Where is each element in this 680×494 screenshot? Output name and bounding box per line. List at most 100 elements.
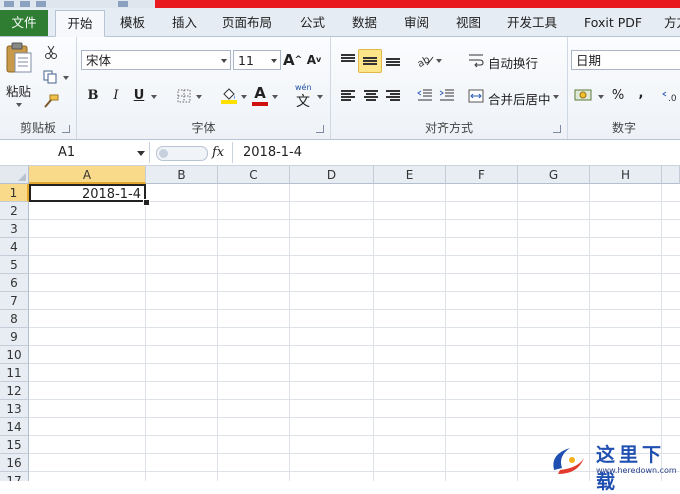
underline-button[interactable]: U — [131, 86, 147, 106]
tab-templates[interactable]: 模板 — [120, 10, 145, 36]
select-all-button[interactable] — [0, 166, 29, 184]
name-box[interactable]: A1 — [0, 142, 150, 163]
alignment-dialog-launcher[interactable] — [553, 125, 561, 133]
phonetic-dropdown-arrow[interactable] — [317, 95, 323, 99]
row-header-17[interactable]: 17 — [0, 472, 29, 481]
cut-icon[interactable] — [44, 45, 58, 59]
accounting-format-icon[interactable] — [574, 87, 594, 103]
column-header-f[interactable]: F — [446, 166, 518, 184]
wrap-text-button[interactable]: 自动换行 — [464, 49, 554, 71]
font-color-button[interactable]: A — [252, 83, 268, 103]
format-painter-icon[interactable] — [43, 94, 59, 108]
column-header-h[interactable]: H — [590, 166, 662, 184]
chevron-down-icon — [221, 59, 227, 63]
font-color-dropdown-arrow[interactable] — [272, 95, 278, 99]
orientation-icon[interactable]: ab — [417, 53, 435, 69]
tab-view[interactable]: 视图 — [456, 10, 481, 36]
increase-indent-icon[interactable] — [439, 88, 455, 102]
column-header-e[interactable]: E — [374, 166, 446, 184]
column-header-b[interactable]: B — [146, 166, 218, 184]
align-middle-button[interactable] — [358, 49, 382, 73]
percent-button[interactable]: % — [610, 86, 626, 106]
border-dropdown-arrow[interactable] — [196, 95, 202, 99]
row-header-13[interactable]: 13 — [0, 400, 29, 418]
comma-button[interactable]: , — [636, 84, 646, 104]
fill-handle[interactable] — [143, 199, 150, 206]
row-header-6[interactable]: 6 — [0, 274, 29, 292]
tab-page-layout[interactable]: 页面布局 — [222, 10, 272, 36]
column-header-a[interactable]: A — [29, 166, 146, 184]
fill-color-icon[interactable] — [220, 86, 238, 104]
increase-decimal-icon[interactable]: .0 — [662, 89, 680, 103]
clipboard-dialog-launcher[interactable] — [62, 125, 70, 133]
grow-font-button[interactable]: A^ — [283, 50, 302, 70]
merge-center-button[interactable]: 合并后居中 — [464, 85, 564, 107]
tab-home[interactable]: 开始 — [55, 10, 105, 37]
quick-access-icon[interactable] — [118, 1, 128, 7]
quick-access-icon[interactable] — [36, 1, 46, 7]
row-header-8[interactable]: 8 — [0, 310, 29, 328]
row-header-15[interactable]: 15 — [0, 436, 29, 454]
bold-button[interactable]: B — [85, 86, 101, 106]
paste-dropdown-arrow[interactable] — [16, 103, 22, 107]
row-header-1[interactable]: 1 — [0, 184, 29, 202]
row-header-12[interactable]: 12 — [0, 382, 29, 400]
row-header-3[interactable]: 3 — [0, 220, 29, 238]
align-center-icon[interactable] — [364, 89, 378, 101]
align-right-icon[interactable] — [386, 89, 400, 101]
font-size-select[interactable]: 11 — [233, 50, 281, 70]
decrease-indent-icon[interactable] — [417, 88, 433, 102]
align-top-icon[interactable] — [341, 53, 355, 65]
row-header-11[interactable]: 11 — [0, 364, 29, 382]
row-header-10[interactable]: 10 — [0, 346, 29, 364]
align-left-icon[interactable] — [341, 89, 355, 101]
wrap-text-icon — [469, 54, 484, 68]
quick-access-icon[interactable] — [4, 1, 14, 7]
underline-dropdown-arrow[interactable] — [151, 95, 157, 99]
font-name-select[interactable]: 宋体 — [81, 50, 231, 70]
orientation-dropdown-arrow[interactable] — [436, 59, 442, 63]
fill-color-dropdown-arrow[interactable] — [241, 95, 247, 99]
number-format-select[interactable]: 日期 — [571, 50, 680, 70]
merge-center-icon — [468, 89, 484, 103]
accounting-dropdown-arrow[interactable] — [598, 95, 604, 99]
align-middle-icon — [363, 55, 377, 67]
row-header-2[interactable]: 2 — [0, 202, 29, 220]
column-header-d[interactable]: D — [290, 166, 374, 184]
paste-button[interactable]: 粘贴 — [4, 41, 34, 111]
column-header-g[interactable]: G — [518, 166, 590, 184]
formula-bar-resize-handle[interactable] — [156, 146, 208, 161]
row-header-5[interactable]: 5 — [0, 256, 29, 274]
cell-a1[interactable]: 2018-1-4 — [29, 184, 146, 202]
shrink-font-button[interactable]: Av — [305, 50, 323, 70]
insert-function-button[interactable]: fx — [212, 142, 224, 163]
tab-foxit-pdf[interactable]: Foxit PDF — [584, 10, 642, 36]
copy-dropdown-arrow[interactable] — [63, 76, 69, 80]
copy-icon[interactable] — [43, 70, 59, 84]
tab-review[interactable]: 审阅 — [404, 10, 429, 36]
font-color-letter: A — [254, 84, 266, 102]
quick-access-icon[interactable] — [20, 1, 30, 7]
ribbon: 粘贴 剪贴板 宋体 11 A^ Av B I U A wén 文 字体 ab 自… — [0, 37, 680, 140]
font-dialog-launcher[interactable] — [316, 125, 324, 133]
column-header-c[interactable]: C — [218, 166, 290, 184]
phonetic-button[interactable]: wén 文 — [292, 83, 316, 110]
row-header-9[interactable]: 9 — [0, 328, 29, 346]
row-header-16[interactable]: 16 — [0, 454, 29, 472]
tab-developer[interactable]: 开发工具 — [507, 10, 557, 36]
formula-input[interactable]: 2018-1-4 — [232, 142, 680, 163]
tab-fangfang[interactable]: 方方 — [664, 10, 680, 36]
column-header-blank[interactable] — [662, 166, 680, 184]
grid-row-line — [29, 345, 680, 346]
tab-formulas[interactable]: 公式 — [300, 10, 325, 36]
row-header-14[interactable]: 14 — [0, 418, 29, 436]
tab-data[interactable]: 数据 — [352, 10, 377, 36]
row-header-4[interactable]: 4 — [0, 238, 29, 256]
italic-button[interactable]: I — [108, 86, 124, 106]
align-bottom-icon[interactable] — [386, 53, 400, 66]
border-icon[interactable] — [177, 89, 191, 103]
row-header-7[interactable]: 7 — [0, 292, 29, 310]
tab-file[interactable]: 文件 — [0, 10, 48, 36]
quick-access-toolbar — [0, 0, 155, 8]
tab-insert[interactable]: 插入 — [172, 10, 197, 36]
